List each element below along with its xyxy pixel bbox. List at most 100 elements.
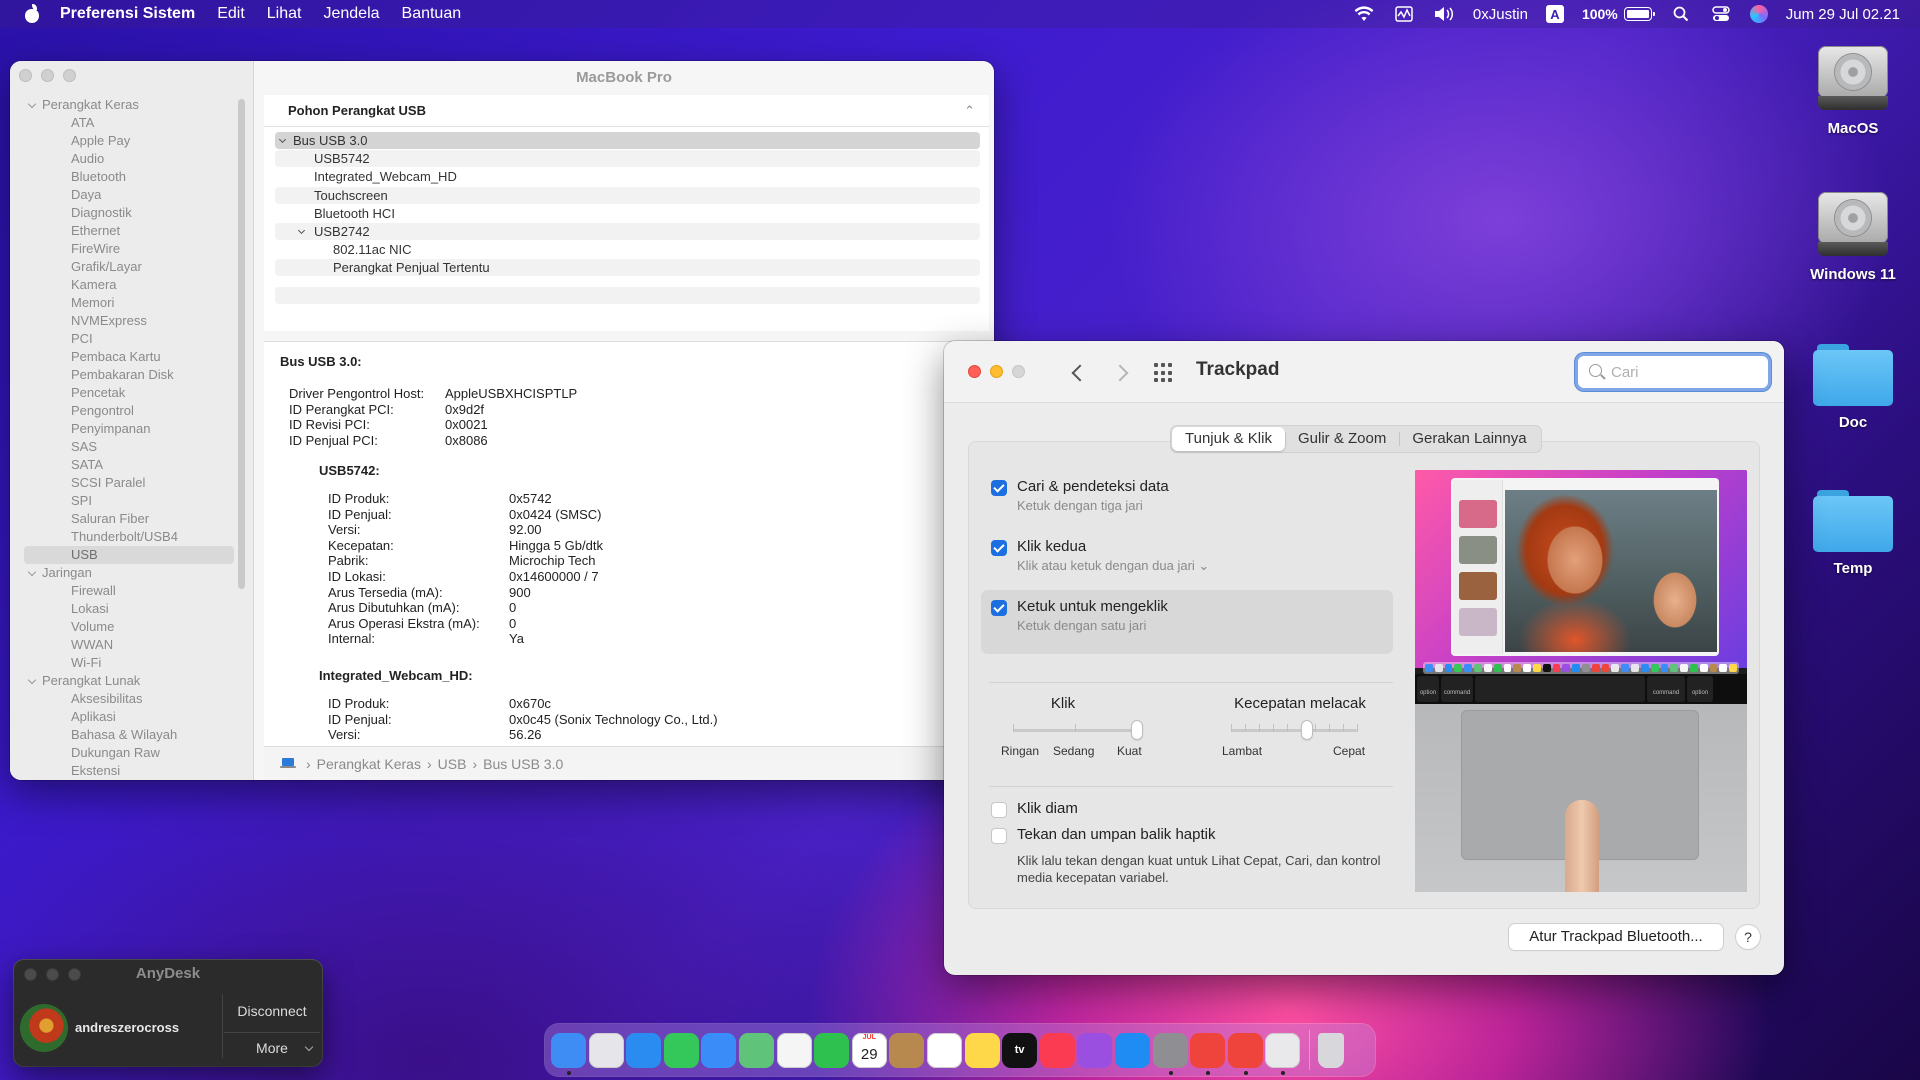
messages-icon[interactable]	[663, 1032, 699, 1068]
desktop-icon-doc[interactable]: Doc	[1798, 340, 1908, 431]
sidebar-item[interactable]: Dukungan Raw	[24, 744, 234, 762]
forward-button[interactable]	[1112, 361, 1132, 383]
tree-row[interactable]: USB2742	[275, 223, 980, 240]
minimize-button[interactable]	[46, 968, 59, 981]
control-center-icon[interactable]	[1710, 5, 1732, 23]
close-button[interactable]	[968, 365, 981, 378]
sidebar-category[interactable]: Jaringan	[24, 564, 234, 582]
path-item[interactable]: Perangkat Keras	[317, 756, 421, 772]
finder-icon[interactable]	[551, 1032, 586, 1075]
sidebar-item[interactable]: SCSI Paralel	[24, 474, 234, 492]
sidebar-item[interactable]: Memori	[24, 294, 234, 312]
back-button[interactable]	[1068, 361, 1088, 383]
zoom-button[interactable]	[68, 968, 81, 981]
menu-window[interactable]: Jendela	[323, 5, 379, 23]
system-preferences-icon[interactable]	[1152, 1032, 1188, 1075]
sidebar-item[interactable]: Pembakaran Disk	[24, 366, 234, 384]
desktop-icon-macos[interactable]: MacOS	[1798, 40, 1908, 137]
speed-slider-thumb[interactable]	[1302, 721, 1312, 739]
sidebar-item[interactable]: Pencetak	[24, 384, 234, 402]
tv-icon[interactable]: tv	[1002, 1032, 1038, 1068]
sidebar-item[interactable]: Saluran Fiber	[24, 510, 234, 528]
printer-icon[interactable]	[1265, 1032, 1301, 1075]
checkbox-tap-to-click[interactable]	[991, 600, 1007, 616]
sidebar-item[interactable]: Kamera	[24, 276, 234, 294]
sidebar-item[interactable]: Pengontrol	[24, 402, 234, 420]
speed-slider-track[interactable]	[1231, 729, 1357, 732]
sidebar-item[interactable]: Bluetooth	[24, 168, 234, 186]
path-item[interactable]: Bus USB 3.0	[483, 756, 563, 772]
close-button[interactable]	[19, 69, 32, 82]
sidebar-item[interactable]: USB	[24, 546, 234, 564]
app-store-icon[interactable]	[1114, 1032, 1150, 1068]
setup-bluetooth-trackpad-button[interactable]: Atur Trackpad Bluetooth...	[1509, 924, 1723, 950]
maps-icon[interactable]	[738, 1032, 774, 1068]
collapse-caret-icon[interactable]: ⌃	[964, 95, 975, 127]
photos-icon[interactable]	[776, 1032, 812, 1068]
calendar-icon[interactable]: JUL 29	[851, 1032, 887, 1068]
sidebar-category[interactable]: Perangkat Lunak	[24, 672, 234, 690]
help-button[interactable]: ?	[1736, 925, 1760, 949]
sidebar-item[interactable]: Wi-Fi	[24, 654, 234, 672]
anydesk-icon[interactable]	[1190, 1032, 1226, 1075]
desktop-icon-windows[interactable]: Windows 11	[1798, 186, 1908, 283]
menu-app-name[interactable]: Preferensi Sistem	[60, 5, 195, 23]
siri-icon[interactable]	[1749, 5, 1768, 23]
spotlight-search-icon[interactable]	[1670, 5, 1692, 23]
activity-monitor-icon[interactable]	[1393, 5, 1415, 23]
sidebar-item[interactable]: Daya	[24, 186, 234, 204]
sidebar-item[interactable]: PCI	[24, 330, 234, 348]
sidebar-item[interactable]: SAS	[24, 438, 234, 456]
path-item[interactable]: USB	[438, 756, 467, 772]
zoom-button[interactable]	[63, 69, 76, 82]
sidebar-item[interactable]: Bahasa & Wilayah	[24, 726, 234, 744]
sidebar-item[interactable]: NVMExpress	[24, 312, 234, 330]
sidebar-item[interactable]: Volume	[24, 618, 234, 636]
sidebar-item[interactable]: Lokasi	[24, 600, 234, 618]
disclosure-chevron-icon[interactable]	[297, 226, 306, 235]
contacts-icon[interactable]	[889, 1032, 925, 1068]
more-button[interactable]: More	[224, 1032, 320, 1062]
trash-icon[interactable]	[1318, 1032, 1345, 1068]
sidebar-item[interactable]: Aksesibilitas	[24, 690, 234, 708]
sidebar-item[interactable]: Pembaca Kartu	[24, 348, 234, 366]
checkbox-force-click[interactable]	[991, 828, 1007, 844]
sidebar-scrollbar[interactable]	[238, 99, 245, 589]
reminders-icon[interactable]	[926, 1032, 962, 1068]
sidebar-item[interactable]: Audio	[24, 150, 234, 168]
sidebar-item[interactable]: FireWire	[24, 240, 234, 258]
minimize-button[interactable]	[990, 365, 1003, 378]
sidebar-item[interactable]: ATA	[24, 114, 234, 132]
sidebar-item[interactable]: Firewall	[24, 582, 234, 600]
minimize-button[interactable]	[41, 69, 54, 82]
sidebar-category[interactable]: Perangkat Keras	[24, 96, 234, 114]
disclosure-chevron-icon[interactable]	[278, 135, 287, 144]
mail-icon[interactable]	[701, 1032, 737, 1068]
input-source-icon[interactable]: A	[1545, 5, 1564, 23]
menu-edit[interactable]: Edit	[217, 5, 245, 23]
notes-icon[interactable]	[964, 1032, 1000, 1068]
sidebar-item[interactable]: SATA	[24, 456, 234, 474]
safari-icon[interactable]	[626, 1032, 662, 1068]
close-button[interactable]	[24, 968, 37, 981]
checkbox-lookup[interactable]	[991, 480, 1007, 496]
tree-row[interactable]: 802.11ac NIC	[275, 241, 980, 258]
sidebar-item[interactable]: Grafik/Layar	[24, 258, 234, 276]
sidebar-item[interactable]: Ekstensi	[24, 762, 234, 780]
sidebar-item[interactable]: Ethernet	[24, 222, 234, 240]
search-field[interactable]: Cari	[1575, 353, 1771, 391]
click-slider-thumb[interactable]	[1132, 721, 1142, 739]
checkbox-silent-click[interactable]	[991, 802, 1007, 818]
tree-row[interactable]: Touchscreen	[275, 186, 980, 204]
zoom-button[interactable]	[1012, 365, 1025, 378]
sidebar-item[interactable]: Apple Pay	[24, 132, 234, 150]
sidebar-item[interactable]: SPI	[24, 492, 234, 510]
sidebar-item[interactable]: WWAN	[24, 636, 234, 654]
secondary-click-menu[interactable]: Klik atau ketuk dengan dua jari ⌄	[1017, 558, 1209, 574]
sidebar-item[interactable]: Thunderbolt/USB4	[24, 528, 234, 546]
menu-view[interactable]: Lihat	[267, 5, 302, 23]
music-icon[interactable]	[1039, 1032, 1075, 1068]
sidebar-item[interactable]: Aplikasi	[24, 708, 234, 726]
volume-icon[interactable]	[1433, 5, 1455, 23]
menu-help[interactable]: Bantuan	[402, 5, 462, 23]
